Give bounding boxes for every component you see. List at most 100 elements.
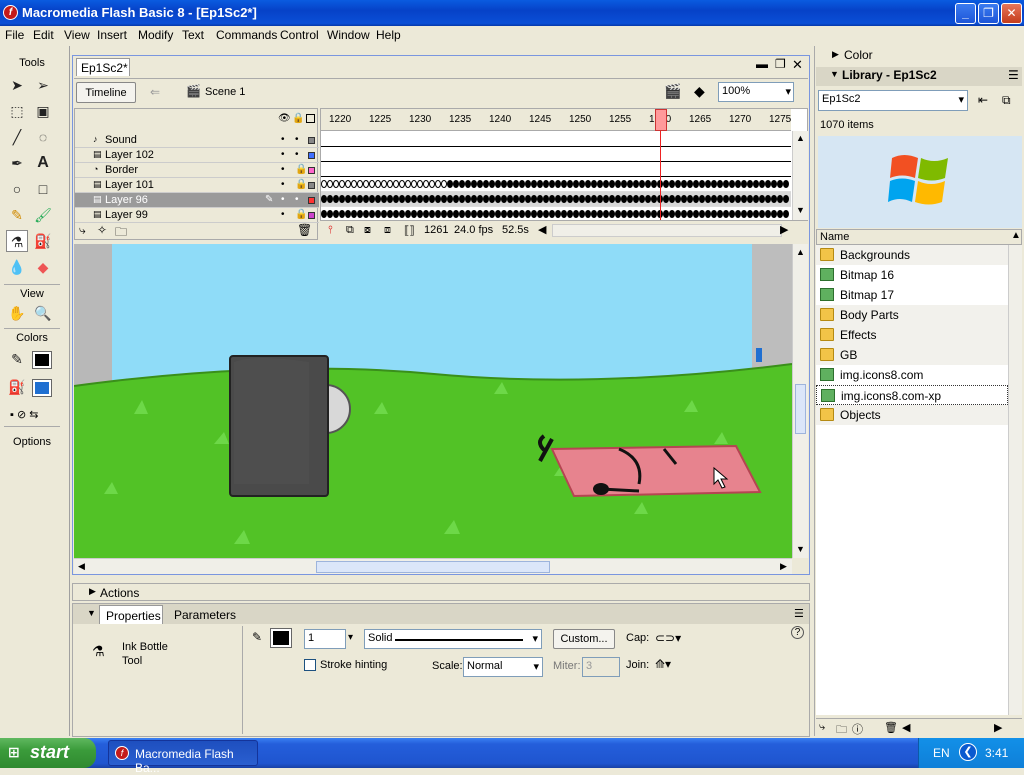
delete-layer-icon[interactable]: 🗑 [297,223,312,237]
visibility-dot[interactable]: • [281,134,285,145]
frame-row[interactable] [321,147,791,162]
properties-icon[interactable]: ⓘ [852,721,863,737]
layer-outline-color[interactable] [308,152,315,159]
insert-folder-icon[interactable]: 🗀 [115,223,127,244]
menu-text[interactable]: Text [182,28,204,42]
stroke-width-field[interactable]: 1 [304,629,346,649]
new-symbol-icon[interactable]: ⤷ [819,721,825,734]
stage[interactable] [74,244,792,558]
edit-scene-icon[interactable]: 🎬 [664,83,681,100]
menu-window[interactable]: Window [327,28,370,42]
language-indicator[interactable]: EN [933,746,950,760]
pen-tool-icon[interactable]: ✒ [6,152,28,174]
layer-row[interactable]: ♪ Sound • • [75,133,319,148]
library-select[interactable]: Ep1Sc2 ▾ [818,90,968,111]
pencil-tool-icon[interactable]: ✎ [6,204,28,226]
lasso-tool-icon[interactable]: ◌ [32,126,54,148]
ink-bottle-tool-icon[interactable]: ⚗ [6,230,28,252]
lock-icon[interactable]: 🔒 [292,113,304,124]
timeline-scroll-right-icon[interactable]: ▶ [780,223,788,236]
visibility-dot[interactable]: • [281,209,285,220]
paint-bucket-tool-icon[interactable]: ⛽ [32,230,54,252]
minimize-button[interactable]: _ [955,3,976,24]
visibility-dot[interactable]: • [281,179,285,190]
stroke-color-picker[interactable] [270,628,292,648]
stage-hscroll-thumb[interactable] [316,561,550,573]
text-tool-icon[interactable]: A [32,152,54,174]
frame-row[interactable] [321,132,791,147]
library-item[interactable]: Body Parts [816,305,1008,325]
name-column-header[interactable]: Name [820,231,849,243]
library-item[interactable]: GB [816,345,1008,365]
menu-help[interactable]: Help [376,28,401,42]
oval-tool-icon[interactable]: ○ [6,178,28,200]
zoom-tool-icon[interactable]: 🔍 [32,302,54,324]
menu-insert[interactable]: Insert [97,28,127,42]
free-transform-tool-icon[interactable]: ⬚ [6,100,28,122]
playhead[interactable] [655,109,667,131]
layer-outline-color[interactable] [308,137,315,144]
stage-vscroll[interactable]: ▲ ▼ [792,244,808,558]
frame-row[interactable] [321,177,791,192]
edit-symbols-icon[interactable]: ◆ [694,83,705,100]
timeline-hscroll[interactable] [552,224,782,237]
doc-close-icon[interactable]: ✕ [792,57,803,73]
layer-row[interactable]: ▤ Layer 96 ✎ • • [75,193,319,208]
visibility-dot[interactable]: • [281,194,285,205]
layer-row[interactable]: ▤ Layer 101 • 🔒 [75,178,319,193]
document-tab[interactable]: Ep1Sc2* [76,58,130,76]
library-menu-icon[interactable]: ☰ [1008,68,1019,82]
menu-file[interactable]: File [5,28,24,42]
library-panel-header[interactable]: ▼ Library - Ep1Sc2 ☰ [816,67,1022,86]
layer-row[interactable]: ▤ Layer 99 • 🔒 [75,208,319,223]
edit-multiple-icon[interactable]: ⧈ [384,224,391,237]
pin-library-icon[interactable]: ⇤ [978,93,988,107]
expand-arrow-icon[interactable]: ▼ [87,608,96,618]
rectangle-tool-icon[interactable]: □ [32,178,54,200]
lock-dot[interactable]: • [295,194,299,205]
sort-icon[interactable]: ▲ [1011,230,1021,241]
gradient-transform-tool-icon[interactable]: ▣ [32,100,54,122]
stage-vscroll-thumb[interactable] [795,384,806,434]
visibility-dot[interactable]: • [281,164,285,175]
stroke-color-swatch[interactable] [32,351,52,369]
layer-outline-color[interactable] [308,197,315,204]
lock-icon[interactable]: 🔒 [295,179,307,190]
new-library-icon[interactable]: ⧉ [1002,93,1011,108]
frame-row[interactable] [321,192,791,207]
eyedropper-tool-icon[interactable]: 💧 [6,256,28,278]
library-item[interactable]: Objects [816,405,1008,425]
stroke-width-dropdown-icon[interactable]: ▾ [348,632,353,643]
layer-outline-color[interactable] [308,182,315,189]
library-item[interactable]: Effects [816,325,1008,345]
add-guide-layer-icon[interactable]: ✧ [97,223,107,237]
menu-edit[interactable]: Edit [33,28,54,42]
close-button[interactable]: ✕ [1001,3,1022,24]
layer-row[interactable]: ◔ Border • 🔒 [75,163,319,178]
brush-tool-icon[interactable]: 🖌 [32,204,54,226]
library-list-header[interactable]: Name ▲ [816,229,1022,245]
outline-icon[interactable] [306,114,315,123]
tab-parameters[interactable]: Parameters [174,608,236,622]
selection-tool-icon[interactable]: ➤ [6,74,28,96]
onion-skin-icon[interactable]: ⧉ [346,224,354,237]
library-scroll-right-icon[interactable]: ▶ [994,721,1002,734]
taskbar-flash-item[interactable]: f Macromedia Flash Ba... [108,740,258,775]
delete-item-icon[interactable]: 🗑 [884,721,898,734]
back-arrow-icon[interactable]: ⇐ [150,85,160,99]
visibility-dot[interactable]: • [281,149,285,160]
zoom-select[interactable]: 100% ▾ [718,82,794,102]
tray-arrow-icon[interactable]: ❮ [959,743,977,761]
library-item[interactable]: img.icons8.com-xp [816,385,1008,405]
lock-dot[interactable]: • [295,134,299,145]
restore-button[interactable]: ❐ [978,3,999,24]
lock-icon[interactable]: 🔒 [295,164,307,175]
frame-ruler[interactable]: 1220122512301235124012451250125512601265… [321,109,791,131]
eraser-tool-icon[interactable]: ◆ [32,256,54,278]
join-select-icon[interactable]: ⟰▾ [655,657,671,671]
library-scroll-left-icon[interactable]: ◀ [902,721,910,734]
onion-outline-icon[interactable]: ⧇ [364,224,371,237]
doc-minimize-icon[interactable]: ▬ [756,57,768,71]
start-button[interactable]: ⊞ start [0,738,96,768]
timeline-button[interactable]: Timeline [76,82,136,103]
